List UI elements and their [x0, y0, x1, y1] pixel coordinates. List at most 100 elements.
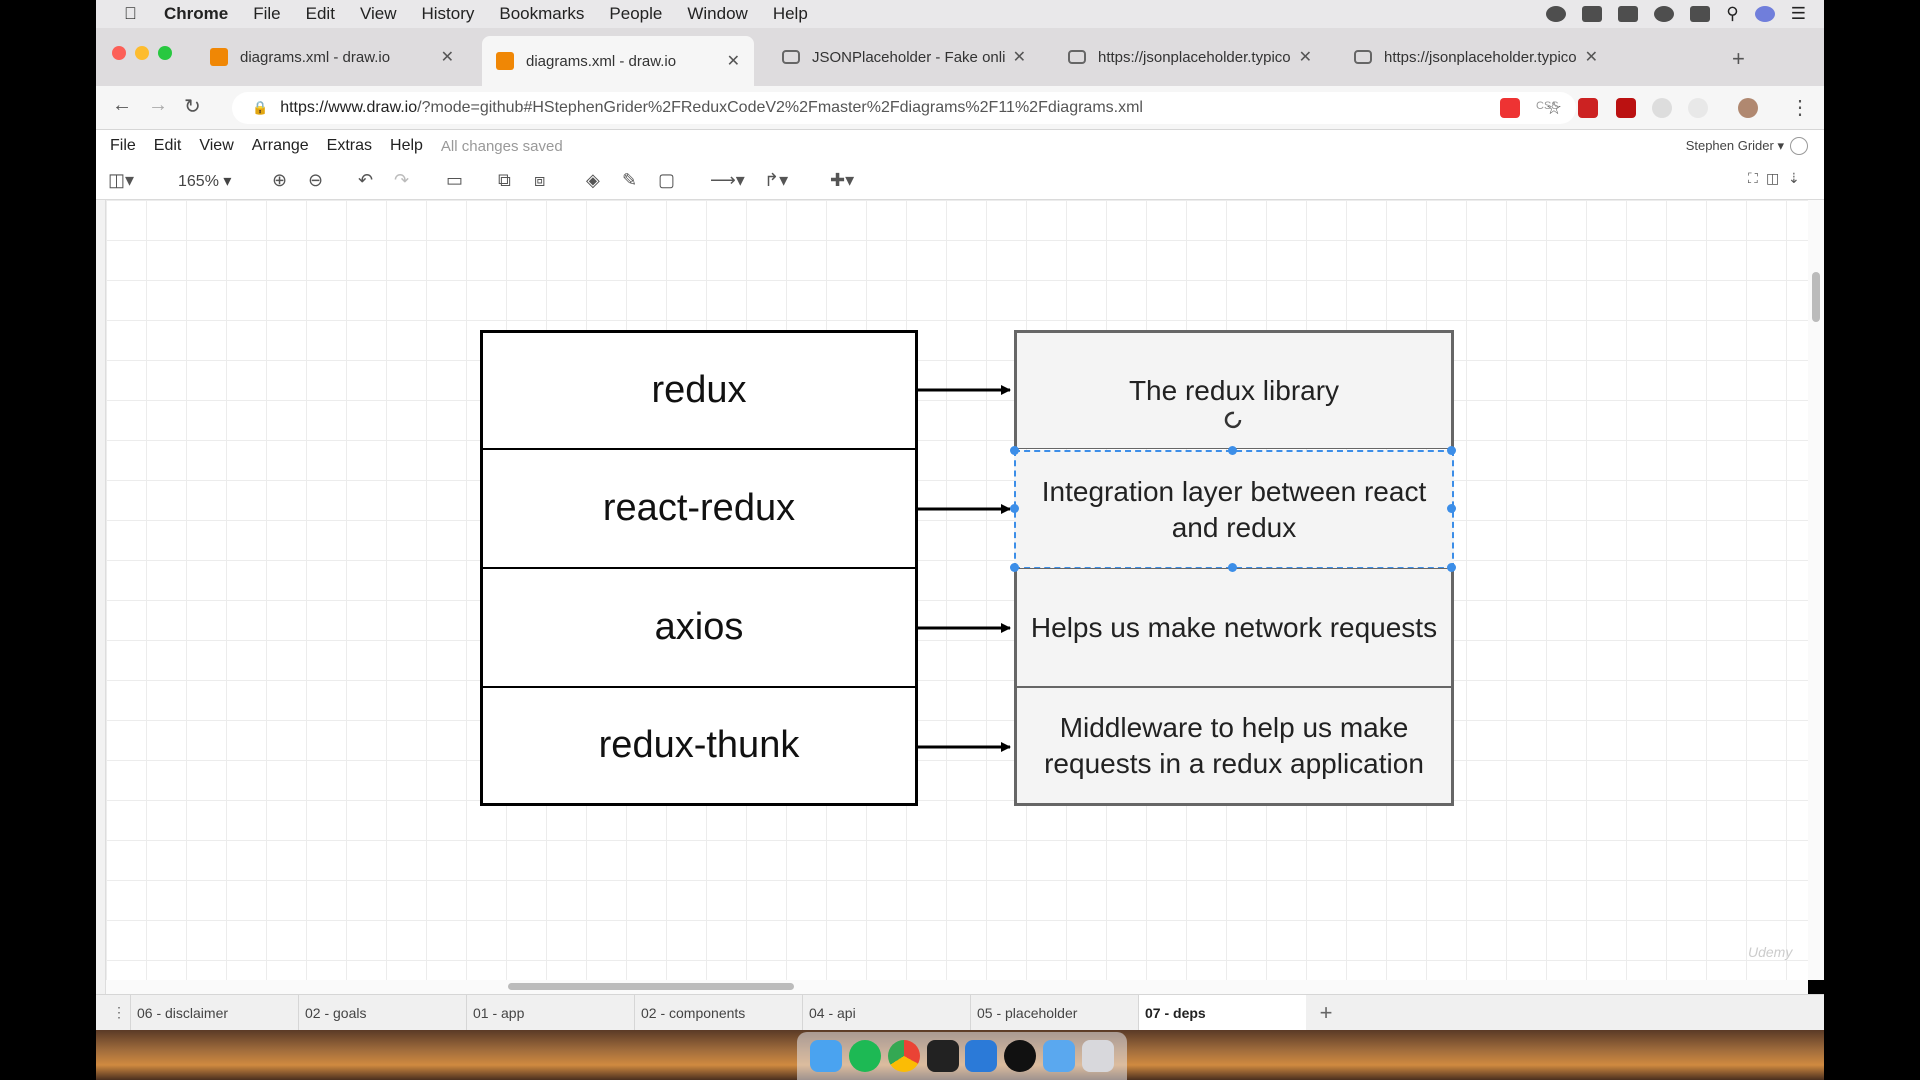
menu-file[interactable]: File: [253, 4, 280, 24]
siri-icon[interactable]: [1754, 6, 1775, 22]
extension-icon[interactable]: [1652, 98, 1672, 118]
format-panel-icon[interactable]: ◫▾: [108, 170, 134, 191]
address-bar[interactable]: 🔒 https://www.draw.io/?mode=github#HStep…: [232, 92, 1576, 124]
search-icon[interactable]: ⚲: [1726, 4, 1738, 24]
css-extension-icon[interactable]: CSS: [1536, 100, 1559, 120]
glasses-icon[interactable]: [1582, 6, 1603, 22]
drawio-menu-view[interactable]: View: [199, 137, 233, 155]
resize-handle[interactable]: [1228, 563, 1237, 572]
drawio-menu-extras[interactable]: Extras: [327, 137, 372, 155]
forward-icon[interactable]: →: [148, 94, 168, 117]
menu-window[interactable]: Window: [687, 4, 747, 24]
close-tab-icon[interactable]: ✕: [1585, 47, 1598, 67]
page-tab[interactable]: 05 - placeholder: [970, 994, 1138, 1031]
drawio-menu-arrange[interactable]: Arrange: [252, 137, 309, 155]
back-icon[interactable]: ←: [112, 94, 132, 117]
language-globe-icon[interactable]: [1790, 137, 1808, 155]
close-tab-icon[interactable]: ✕: [1013, 47, 1026, 67]
page-tab[interactable]: 02 - goals: [298, 994, 466, 1031]
terminal-icon[interactable]: [926, 1040, 959, 1072]
extension-icon[interactable]: [1616, 98, 1636, 118]
close-tab-icon[interactable]: ✕: [727, 51, 740, 71]
description-box-selected[interactable]: Integration layer between react and redu…: [1014, 450, 1454, 569]
line-color-icon[interactable]: ✎: [622, 170, 637, 191]
library-box-redux-thunk[interactable]: redux-thunk: [480, 687, 918, 806]
description-box[interactable]: The redux library: [1014, 330, 1454, 449]
library-box-redux[interactable]: redux: [480, 330, 918, 449]
page-tab[interactable]: 01 - app: [466, 994, 634, 1031]
close-tab-icon[interactable]: ✕: [1299, 47, 1312, 67]
fullscreen-icon[interactable]: ⛶: [1748, 170, 1758, 187]
resize-handle[interactable]: [1010, 446, 1019, 455]
insert-icon[interactable]: ✚▾: [830, 170, 854, 191]
menu-app[interactable]: Chrome: [164, 4, 228, 24]
zoom-in-icon[interactable]: ⊕: [272, 170, 287, 191]
extension-icon[interactable]: [1500, 98, 1520, 118]
browser-tab[interactable]: diagrams.xml - draw.io ✕: [196, 36, 468, 78]
menu-bookmarks[interactable]: Bookmarks: [499, 4, 584, 24]
lock-icon[interactable]: 🔒: [252, 100, 268, 116]
vscode-icon[interactable]: [965, 1040, 998, 1072]
docker-icon[interactable]: [1618, 6, 1639, 22]
menu-edit[interactable]: Edit: [306, 4, 335, 24]
trash-icon[interactable]: [1081, 1040, 1114, 1072]
reload-icon[interactable]: ↻: [184, 94, 201, 119]
apple-icon[interactable]: : [124, 4, 148, 24]
redo-icon[interactable]: ↷: [394, 170, 409, 191]
drawio-menu-help[interactable]: Help: [390, 137, 423, 155]
fill-color-icon[interactable]: ◈: [586, 170, 600, 191]
app-status-icon[interactable]: [1546, 6, 1567, 22]
chrome-menu-icon[interactable]: ⋮: [1790, 95, 1810, 120]
menu-people[interactable]: People: [609, 4, 662, 24]
extension-icon[interactable]: [1688, 98, 1708, 118]
browser-tab-active[interactable]: diagrams.xml - draw.io ✕: [482, 36, 754, 86]
finder-icon[interactable]: [810, 1040, 843, 1072]
page-tab[interactable]: 02 - components: [634, 994, 802, 1031]
close-window-button[interactable]: [112, 46, 126, 60]
menu-help[interactable]: Help: [773, 4, 808, 24]
browser-tab[interactable]: JSONPlaceholder - Fake online ✕: [768, 36, 1040, 78]
minimize-window-button[interactable]: [135, 46, 149, 60]
resize-handle[interactable]: [1228, 446, 1237, 455]
close-tab-icon[interactable]: ✕: [441, 47, 454, 67]
notification-center-icon[interactable]: ☰: [1791, 4, 1806, 24]
vertical-scrollbar[interactable]: [1808, 200, 1824, 980]
browser-tab[interactable]: https://jsonplaceholder.typicode ✕: [1340, 36, 1612, 78]
page-tab[interactable]: 06 - disclaimer: [130, 994, 298, 1031]
browser-tab[interactable]: https://jsonplaceholder.typicode ✕: [1054, 36, 1326, 78]
diagram-canvas[interactable]: [106, 200, 1808, 980]
add-page-icon[interactable]: +: [1306, 1000, 1346, 1026]
profile-avatar[interactable]: [1738, 98, 1758, 118]
spotify-icon[interactable]: [849, 1040, 882, 1072]
horizontal-scrollbar[interactable]: [106, 980, 1808, 994]
undo-icon[interactable]: ↶: [358, 170, 373, 191]
zoom-out-icon[interactable]: ⊖: [308, 170, 323, 191]
drawio-menu-edit[interactable]: Edit: [154, 137, 182, 155]
page-tab[interactable]: 04 - api: [802, 994, 970, 1031]
zoom-dropdown[interactable]: 165% ▾: [178, 171, 231, 191]
shadow-icon[interactable]: ▢: [658, 170, 675, 191]
resize-handle[interactable]: [1010, 504, 1019, 513]
menu-history[interactable]: History: [421, 4, 474, 24]
delete-icon[interactable]: ▭: [446, 170, 463, 191]
extension-icon[interactable]: [1578, 98, 1598, 118]
battery-icon[interactable]: [1690, 6, 1711, 22]
pages-menu-icon[interactable]: ⋮: [108, 1004, 130, 1021]
wifi-icon[interactable]: [1654, 6, 1675, 22]
folder-icon[interactable]: [1042, 1040, 1075, 1072]
connection-icon[interactable]: ⟶▾: [710, 170, 745, 191]
drawio-menu-file[interactable]: File: [110, 137, 136, 155]
zoom-window-button[interactable]: [158, 46, 172, 60]
waypoints-icon[interactable]: ↱▾: [764, 170, 788, 191]
menu-view[interactable]: View: [360, 4, 397, 24]
new-tab-icon[interactable]: +: [1732, 46, 1745, 72]
collapse-icon[interactable]: ⇣: [1788, 170, 1800, 187]
scroll-thumb[interactable]: [508, 983, 794, 990]
description-box[interactable]: Middleware to help us make requests in a…: [1014, 687, 1454, 806]
resize-handle[interactable]: [1010, 563, 1019, 572]
user-menu[interactable]: Stephen Grider ▾: [1686, 138, 1784, 154]
description-box[interactable]: Helps us make network requests: [1014, 568, 1454, 687]
page-tab-active[interactable]: 07 - deps: [1138, 994, 1306, 1031]
scroll-thumb[interactable]: [1812, 272, 1820, 322]
resize-handle[interactable]: [1447, 504, 1456, 513]
